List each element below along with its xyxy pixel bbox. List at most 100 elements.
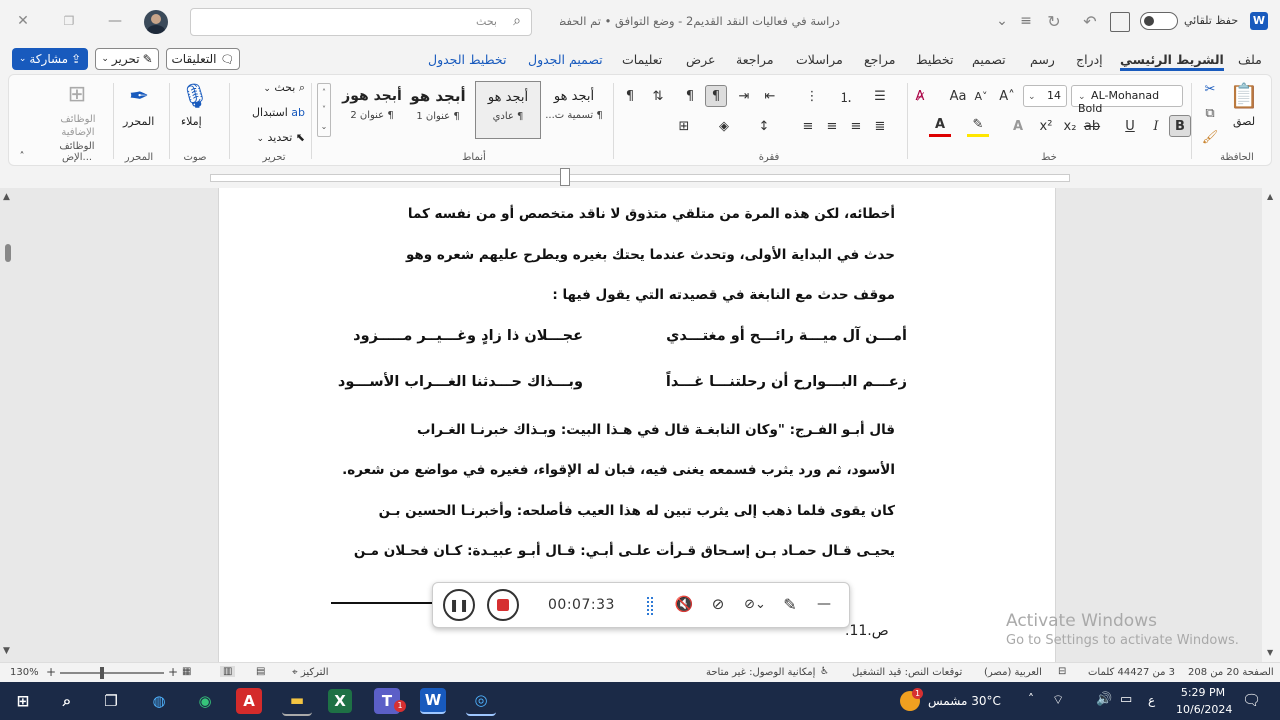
- editor-icon[interactable]: ✒: [123, 79, 155, 113]
- tab-design[interactable]: تصميم: [972, 52, 1006, 67]
- store-icon[interactable]: ◍: [144, 686, 174, 716]
- addins-icon[interactable]: ⊞: [61, 79, 93, 109]
- find-button[interactable]: ⌕ بحث ⌄: [241, 81, 305, 95]
- bold-icon[interactable]: B: [1169, 115, 1191, 137]
- scroll-down-icon[interactable]: ▼: [1267, 648, 1273, 657]
- pen-tool-icon[interactable]: ✎: [777, 591, 803, 617]
- scroll-up-icon[interactable]: ▲: [1267, 192, 1273, 201]
- close-icon[interactable]: ✕: [8, 11, 38, 31]
- font-color-icon[interactable]: A: [929, 115, 951, 137]
- ltr-direction-icon[interactable]: ¶: [679, 85, 701, 107]
- read-mode-icon[interactable]: ▦: [182, 666, 191, 677]
- tab-home[interactable]: الشريط الرئيسي: [1120, 52, 1224, 71]
- focus-button[interactable]: ⌖ التركيز: [292, 667, 328, 678]
- text-effects-icon[interactable]: A: [1007, 115, 1029, 137]
- tab-insert[interactable]: إدراج: [1076, 52, 1103, 67]
- editing-mode-button[interactable]: ✎ تحرير ⌄: [95, 48, 159, 70]
- replace-button[interactable]: ab استبدال: [235, 106, 305, 119]
- volume-icon[interactable]: 🔊: [1096, 692, 1112, 707]
- language-status[interactable]: العربية (مصر): [984, 667, 1042, 678]
- edge-icon[interactable]: ◉: [190, 686, 220, 716]
- tab-layout[interactable]: تخطيط: [916, 52, 953, 67]
- undo-icon[interactable]: ↶: [1080, 11, 1100, 31]
- grow-font-icon[interactable]: A˄: [997, 85, 1017, 107]
- italic-icon[interactable]: I: [1145, 115, 1167, 137]
- search-box[interactable]: ⌕ بحث: [190, 8, 532, 36]
- excel-icon[interactable]: X: [328, 689, 352, 713]
- hidden-icons-chevron-icon[interactable]: ˄: [1028, 692, 1034, 706]
- multilevel-list-icon[interactable]: ⋮: [801, 85, 823, 107]
- pause-button[interactable]: ❚❚: [443, 589, 475, 621]
- ruler-tab-marker[interactable]: [560, 168, 570, 186]
- collapse-ribbon-icon[interactable]: ˄: [15, 149, 29, 163]
- weather-text[interactable]: 30°C مشمس: [928, 694, 1001, 708]
- zoom-slider[interactable]: [60, 667, 164, 679]
- print-layout-icon[interactable]: ▥: [220, 666, 236, 677]
- restore-icon[interactable]: ❐: [54, 11, 84, 31]
- word-taskbar-icon[interactable]: W: [420, 688, 446, 714]
- styles-scroll[interactable]: ˄ ˅ ⌄: [317, 83, 331, 137]
- copy-icon[interactable]: ⧉: [1199, 103, 1221, 123]
- editor-label[interactable]: المحرر: [123, 115, 154, 128]
- increase-indent-icon[interactable]: ⇥: [733, 85, 755, 107]
- text-predictions-status[interactable]: توقعات النص: قيد التشغيل: [852, 667, 962, 678]
- select-button[interactable]: ⬉ تحديد ⌄: [245, 131, 305, 144]
- shading-icon[interactable]: ◈: [713, 115, 735, 137]
- accessibility-status[interactable]: إمكانية الوصول: غير متاحة: [706, 667, 815, 678]
- redo-icon[interactable]: ↻: [1044, 11, 1064, 31]
- cut-icon[interactable]: ✂: [1199, 79, 1221, 99]
- clock-time[interactable]: 5:29 PM: [1180, 686, 1226, 699]
- minimize-recorder-icon[interactable]: —: [811, 591, 837, 617]
- camera-off-icon[interactable]: ⊘⌄: [739, 591, 771, 617]
- tab-references[interactable]: مراجع: [864, 52, 895, 67]
- decrease-indent-icon[interactable]: ⇤: [759, 85, 781, 107]
- scroll-thumb[interactable]: [5, 244, 11, 262]
- line-spacing-icon[interactable]: ↕: [753, 115, 775, 137]
- network-icon[interactable]: ⌔: [1052, 692, 1064, 708]
- dictate-label[interactable]: إملاء: [181, 115, 202, 128]
- underline-icon[interactable]: U: [1119, 115, 1141, 137]
- left-scrollbar[interactable]: ▲ ▼: [0, 188, 16, 662]
- drag-handle-icon[interactable]: [647, 597, 653, 615]
- tab-table-layout[interactable]: تخطيط الجدول: [428, 52, 506, 67]
- zoom-level[interactable]: 130%: [10, 667, 39, 678]
- change-case-icon[interactable]: Aa: [947, 85, 969, 107]
- zoom-slider-thumb[interactable]: [100, 667, 104, 679]
- acrobat-icon[interactable]: A: [236, 688, 262, 714]
- scroll-down-icon[interactable]: ▼: [3, 646, 10, 656]
- rtl-direction-icon[interactable]: ¶: [705, 85, 727, 107]
- borders-icon[interactable]: ⊞: [673, 115, 695, 137]
- proofing-icon[interactable]: ⊟: [1058, 666, 1066, 677]
- tab-draw[interactable]: رسم: [1030, 52, 1055, 67]
- show-formatting-icon[interactable]: ¶: [619, 85, 641, 107]
- word-count[interactable]: 3 من 44427 كلمات: [1088, 667, 1175, 678]
- clear-formatting-icon[interactable]: A̷: [909, 85, 931, 107]
- search-icon[interactable]: ⌕: [52, 686, 82, 716]
- highlight-icon[interactable]: ✎: [967, 115, 989, 137]
- scroll-up-icon[interactable]: ▲: [3, 192, 10, 202]
- zoom-out-icon[interactable]: +: [46, 665, 56, 679]
- autosave-toggle[interactable]: [1140, 12, 1178, 30]
- task-view-icon[interactable]: ❐: [96, 686, 126, 716]
- addins-label[interactable]: الوظائف الإضافية: [53, 113, 103, 139]
- align-left-icon[interactable]: ≡: [797, 115, 819, 137]
- strikethrough-icon[interactable]: ab: [1081, 115, 1103, 137]
- tab-mailings[interactable]: مراسلات: [796, 52, 843, 67]
- speaker-muted-icon[interactable]: 🔇: [671, 591, 697, 617]
- page-count[interactable]: الصفحة 20 من 208: [1188, 667, 1274, 678]
- language-indicator[interactable]: ع: [1148, 693, 1155, 707]
- ruler[interactable]: [0, 168, 1262, 188]
- microphone-icon[interactable]: 🎙: [180, 79, 210, 113]
- tab-review[interactable]: مراجعة: [736, 52, 774, 67]
- paste-label[interactable]: لصق: [1233, 115, 1255, 128]
- tab-help[interactable]: تعليمات: [622, 52, 662, 67]
- web-layout-icon[interactable]: ▤: [256, 666, 265, 677]
- avatar[interactable]: [144, 10, 168, 34]
- notifications-icon[interactable]: 🗨: [1242, 691, 1261, 709]
- style-item[interactable]: أبجد هو ¶ تسمية ت...: [541, 81, 607, 139]
- battery-icon[interactable]: ▭: [1120, 692, 1132, 707]
- subscript-icon[interactable]: x₂: [1059, 115, 1081, 137]
- share-button[interactable]: ⇪ مشاركة ⌄: [12, 48, 88, 70]
- paste-icon[interactable]: 📋: [1229, 79, 1259, 113]
- bullets-icon[interactable]: ☰: [869, 85, 891, 107]
